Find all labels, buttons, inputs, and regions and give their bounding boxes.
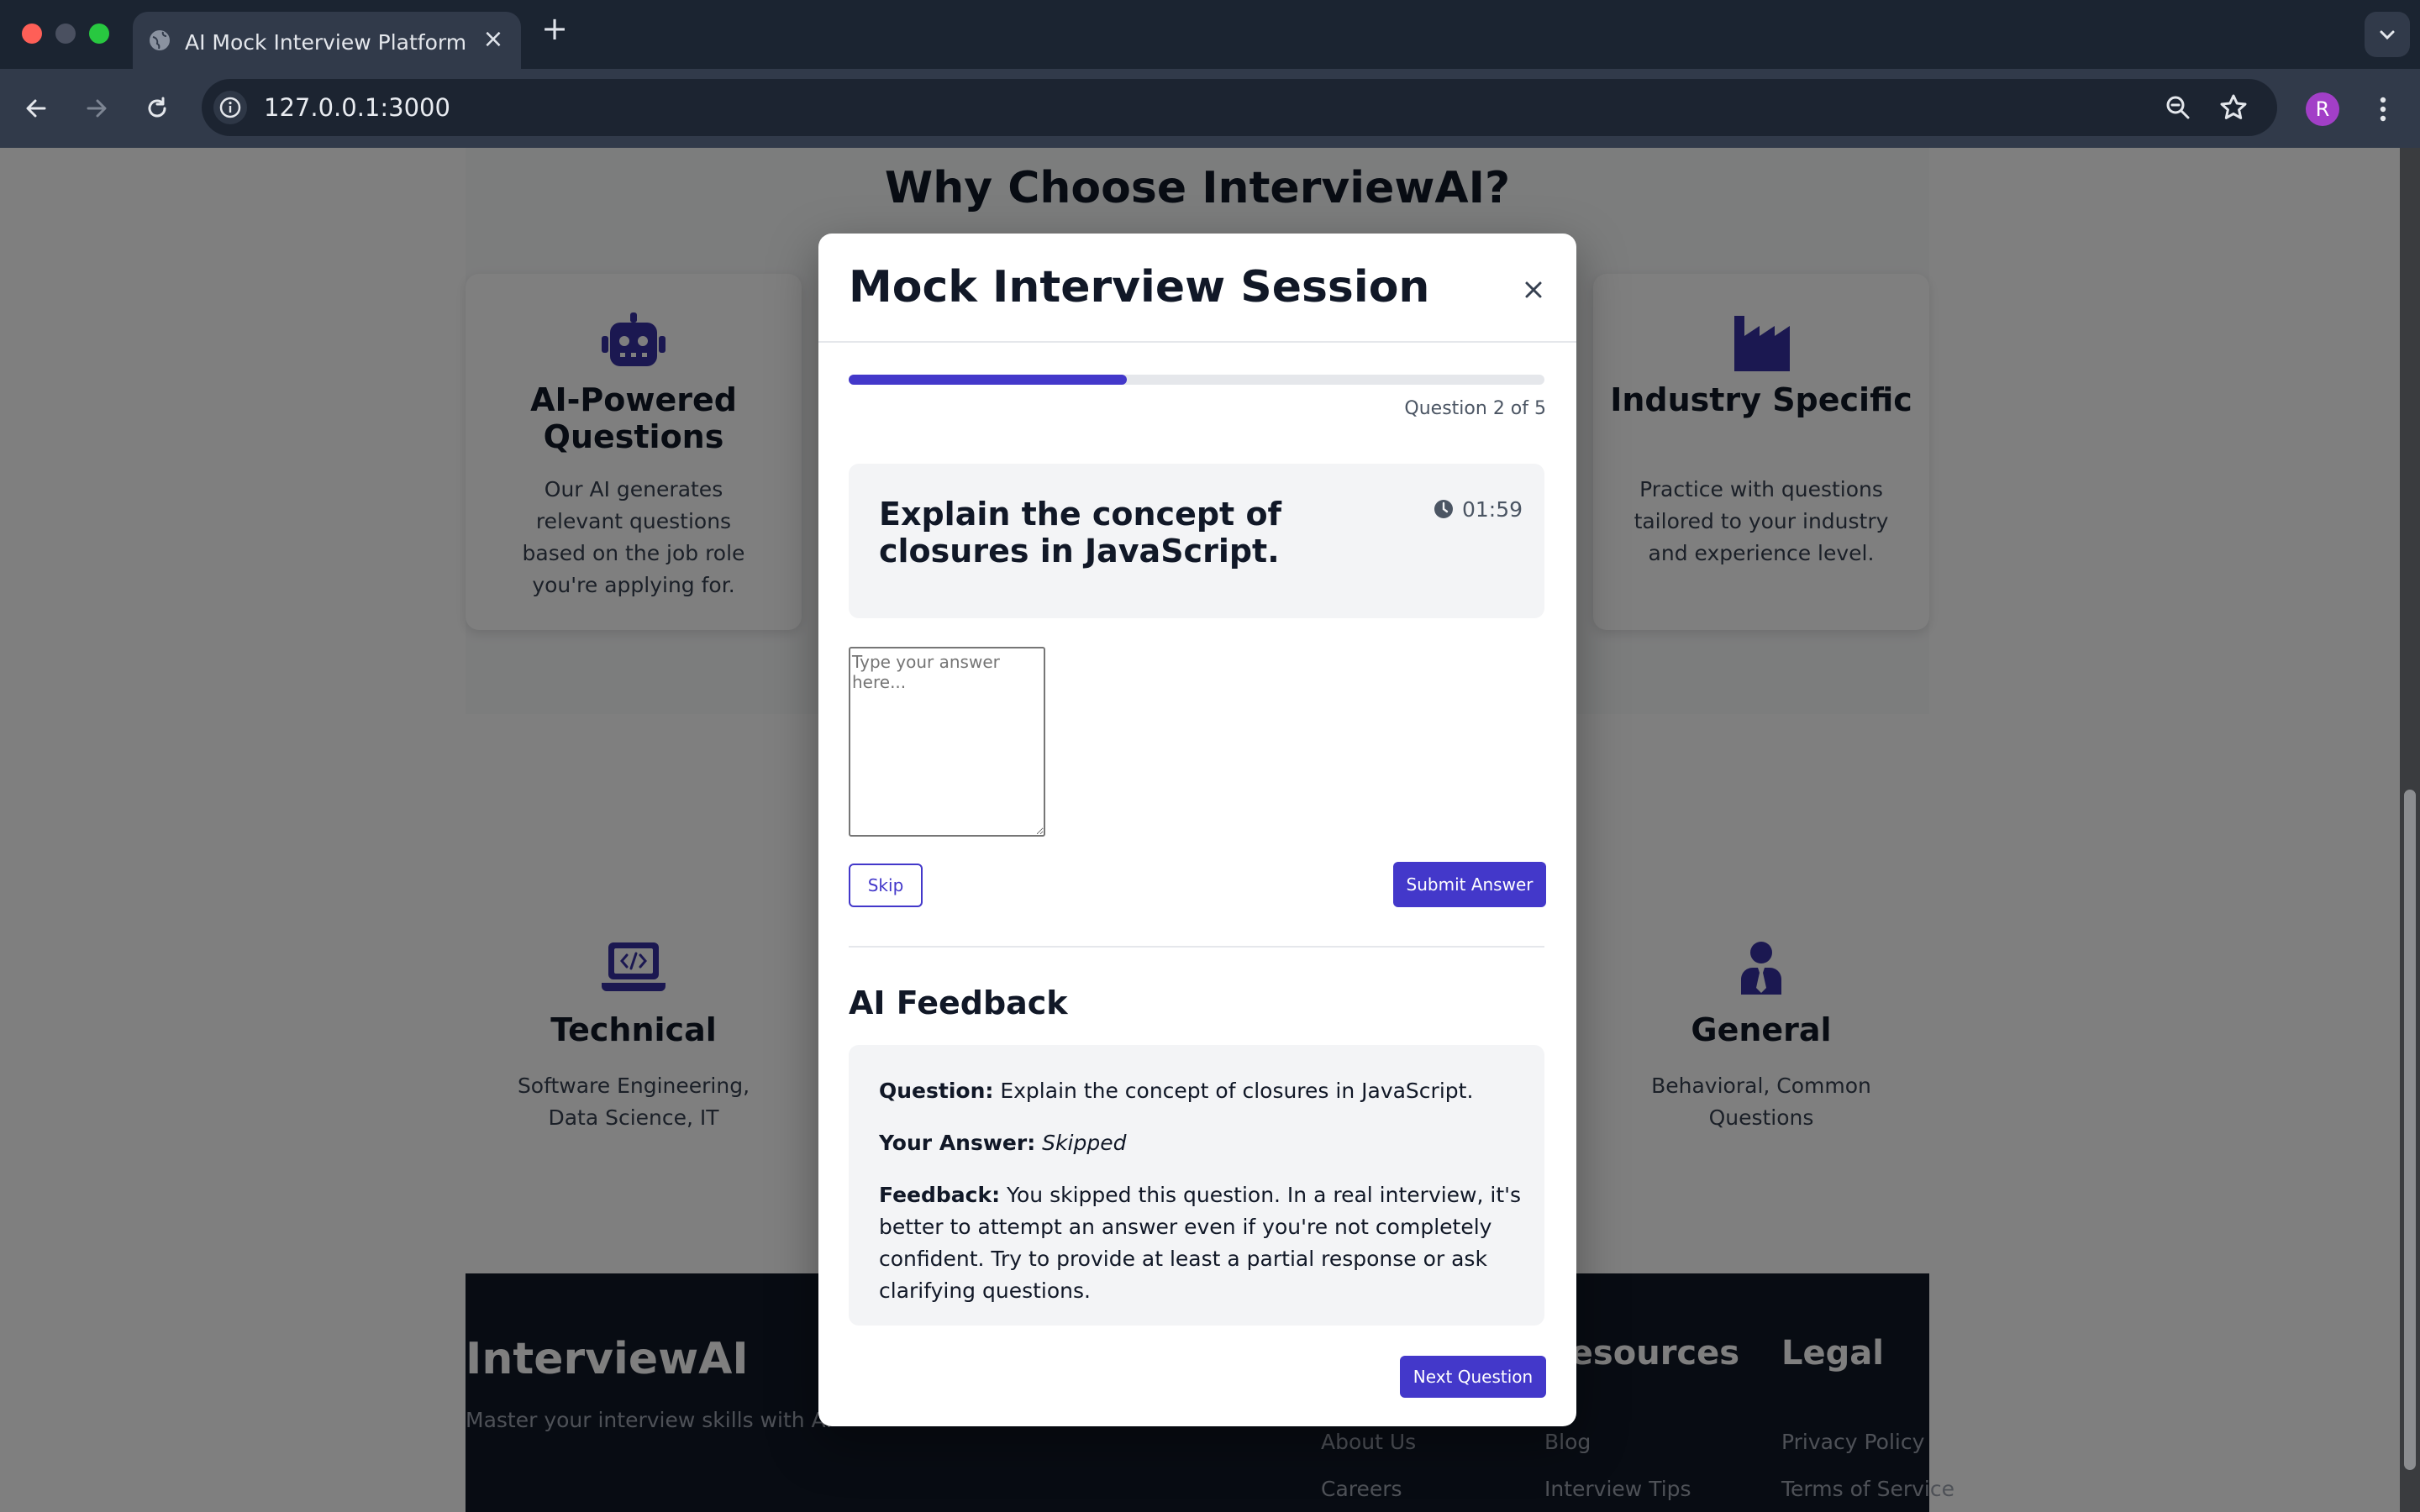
feedback-divider: [849, 946, 1544, 948]
zoom-icon[interactable]: [2165, 94, 2191, 121]
scrollbar-thumb[interactable]: [2404, 790, 2416, 1470]
reload-button[interactable]: [138, 89, 176, 128]
more-options-icon[interactable]: [2366, 92, 2400, 126]
forward-arrow-icon: [87, 99, 107, 118]
interview-modal: Mock Interview Session Question 2 of 5 E…: [818, 234, 1576, 1426]
reload-icon: [148, 97, 166, 118]
site-info-button[interactable]: [213, 91, 247, 124]
question-text: Explain the concept of closures in JavaS…: [879, 496, 1282, 570]
url-text: 127.0.0.1:3000: [264, 93, 450, 122]
feedback-heading: AI Feedback: [849, 984, 1068, 1021]
page-viewport: Why Choose InterviewAI? AI-Powered Quest…: [0, 148, 2420, 1512]
timer-value: 01:59: [1462, 497, 1523, 522]
feedback-answer-line: Your Answer: Skipped: [879, 1127, 1526, 1159]
tab-title: AI Mock Interview Platform: [185, 30, 467, 55]
skip-button[interactable]: Skip: [849, 864, 923, 907]
next-question-button[interactable]: Next Question: [1400, 1356, 1546, 1398]
feedback-question-label: Question:: [879, 1079, 994, 1103]
tab-search-button[interactable]: [2365, 12, 2410, 57]
info-icon: [219, 97, 241, 118]
feedback-question-text: Explain the concept of closures in JavaS…: [1000, 1079, 1474, 1103]
back-button[interactable]: [17, 89, 55, 128]
page-scrollbar[interactable]: [2400, 148, 2420, 1512]
modal-header-divider: [818, 341, 1576, 343]
window-minimize-button[interactable]: [55, 24, 76, 44]
browser-tab[interactable]: AI Mock Interview Platform ×: [133, 12, 521, 69]
browser-toolbar: 127.0.0.1:3000 R: [0, 69, 2420, 148]
browser-tab-bar: AI Mock Interview Platform × +: [0, 0, 2420, 69]
chevron-down-icon: [2380, 30, 2395, 40]
address-bar[interactable]: 127.0.0.1:3000: [202, 79, 2277, 136]
new-tab-button[interactable]: +: [541, 13, 568, 45]
back-arrow-icon: [26, 99, 46, 118]
progress-label: Question 2 of 5: [1404, 398, 1546, 419]
profile-avatar[interactable]: R: [2306, 92, 2339, 126]
feedback-question-line: Question: Explain the concept of closure…: [879, 1075, 1526, 1107]
question-card: Explain the concept of closures in JavaS…: [849, 464, 1544, 618]
modal-title: Mock Interview Session: [849, 262, 1430, 312]
progress-bar-fill: [849, 375, 1128, 385]
globe-icon: [150, 30, 170, 50]
window-close-button[interactable]: [22, 24, 42, 44]
feedback-answer-text: Skipped: [1042, 1131, 1127, 1155]
forward-button[interactable]: [77, 89, 116, 128]
feedback-comment-line: Feedback: You skipped this question. In …: [879, 1179, 1526, 1307]
timer: 01:59: [1434, 497, 1523, 522]
tab-close-icon[interactable]: ×: [481, 27, 506, 52]
feedback-card: Question: Explain the concept of closure…: [849, 1045, 1544, 1326]
submit-answer-button[interactable]: Submit Answer: [1393, 862, 1546, 907]
window-maximize-button[interactable]: [89, 24, 109, 44]
feedback-answer-label: Your Answer:: [879, 1131, 1036, 1155]
clock-icon: [1434, 500, 1453, 518]
bookmark-star-icon[interactable]: [2218, 92, 2249, 123]
close-icon[interactable]: [1519, 276, 1548, 304]
feedback-comment-label: Feedback:: [879, 1183, 1001, 1207]
progress-bar: [849, 375, 1544, 385]
answer-input[interactable]: [849, 647, 1045, 837]
